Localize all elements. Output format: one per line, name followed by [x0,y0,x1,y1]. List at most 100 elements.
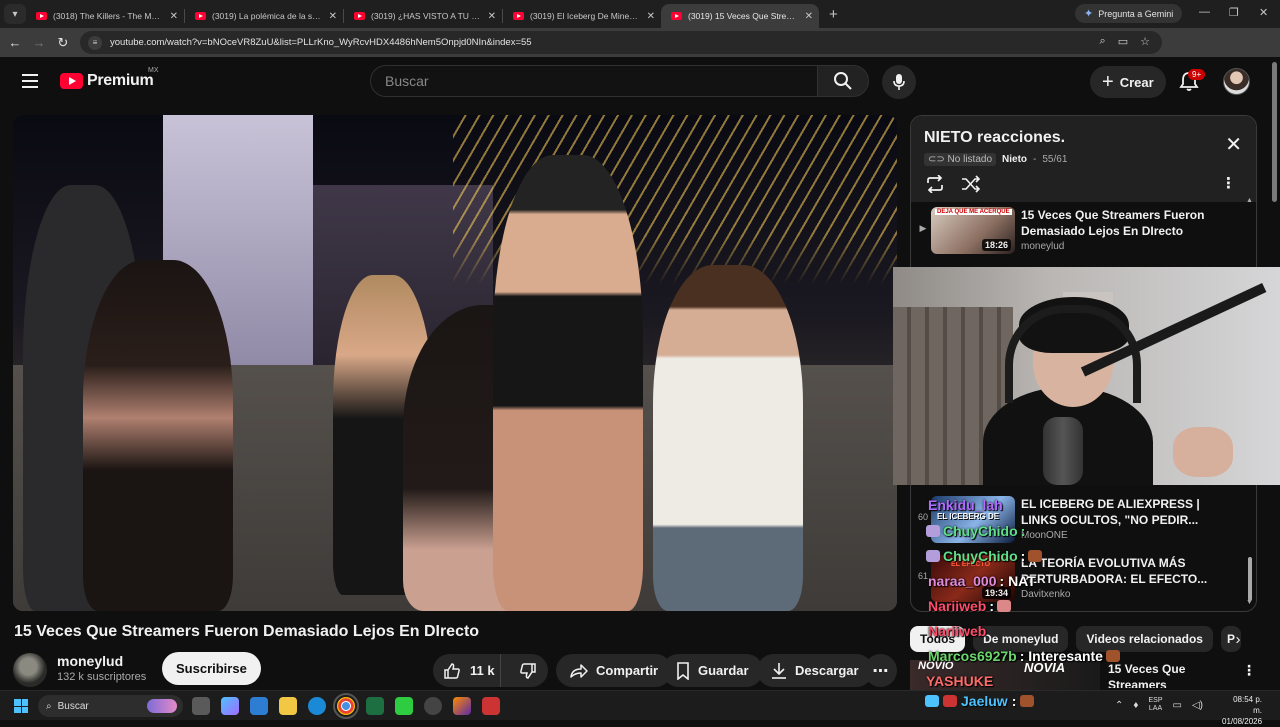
copilot-icon[interactable] [221,697,239,715]
playlist-title[interactable]: NIETO reacciones. [924,129,1065,147]
related-menu-icon[interactable]: ⋮ [1242,662,1256,679]
chat-username: Marcos6927b [928,648,1017,664]
windows-taskbar: ⌕ Buscar ⌃ ♦ ESP LAA ▭ ◁) 08:54 p. m. 01… [0,690,1280,726]
valorant-icon[interactable] [482,697,500,715]
firefox-icon[interactable] [453,697,471,715]
taskbar-clock[interactable]: 08:54 p. m. 01/08/2026 [1222,694,1262,727]
share-button[interactable]: Compartir [556,654,673,687]
address-bar[interactable]: ≡ youtube.com/watch?v=bNOceVR8ZuU&list=P… [80,31,1162,54]
voice-search-button[interactable] [882,65,916,99]
channel-avatar[interactable] [13,653,47,687]
tab-close-icon[interactable]: ✕ [805,11,813,22]
subscribe-button[interactable]: Suscribirse [162,652,261,685]
lang-bottom: LAA [1148,705,1163,712]
video-player[interactable] [13,115,897,611]
cast-icon[interactable]: ▭ [1118,35,1128,48]
menu-icon[interactable] [22,74,38,92]
like-count: 11 k [470,663,495,678]
file-explorer-icon[interactable] [279,697,297,715]
tab-title: (3019) ¿HAS VISTO A TU MASC [371,11,482,21]
related-video-title[interactable]: 15 Veces Que Streamers Descubrieron A Su… [1108,661,1238,688]
shuffle-icon[interactable] [961,175,981,193]
page-scrollbar-thumb[interactable] [1272,62,1277,202]
taskbar-search[interactable]: ⌕ Buscar [38,695,183,717]
search-button[interactable] [817,65,869,97]
chat-message: Jaeluw : [925,693,1035,709]
task-view-icon[interactable] [192,697,210,715]
create-button[interactable]: + Crear [1090,66,1166,98]
playlist-meta: ⊂⊃ No listado Nieto - 55/61 [924,153,1067,166]
chrome-icon[interactable] [333,693,359,719]
search-input[interactable]: Buscar [370,65,818,97]
browser-tab[interactable]: (3019) El Iceberg De Minecraft I ✕ [503,4,661,28]
like-button[interactable]: 11 k [433,654,501,687]
window-close-icon[interactable]: ✕ [1259,6,1268,19]
tab-search-button[interactable]: ▾ [4,4,26,24]
playlist-item-current[interactable]: ▶ DEJA QUE ME ACERQUE 18:26 15 Veces Que… [911,203,1256,257]
plus-icon: + [1102,71,1114,93]
dislike-button[interactable] [509,654,548,687]
browser-tab-active[interactable]: (3019) 15 Veces Que Streamers ✕ [661,4,819,28]
account-avatar[interactable] [1223,68,1250,95]
game-app-icon[interactable] [395,697,413,715]
tab-title: (3018) The Killers - The Man - Y [53,11,164,21]
volume-icon[interactable]: ◁) [1192,700,1203,711]
chat-emote-icon [997,600,1012,612]
chevron-right-icon[interactable]: › [1226,627,1250,651]
new-tab-icon[interactable]: + [829,6,838,23]
windows-start-icon[interactable] [14,699,28,713]
zoom-icon[interactable]: ⌕ [1100,35,1106,48]
save-button[interactable]: Guardar [662,654,763,687]
url-text: youtube.com/watch?v=bNOceVR8ZuU&list=PLL… [110,37,532,48]
bookmark-icon [677,661,689,680]
scroll-down-icon[interactable]: ▼ [1246,599,1253,606]
steam-icon[interactable] [424,697,442,715]
channel-name[interactable]: moneylud [57,653,123,669]
streamer-webcam-overlay [893,267,1280,485]
chat-emote-icon [1020,695,1035,707]
youtube-premium-logo[interactable]: Premium MX [60,67,159,90]
network-icon[interactable]: ▭ [1173,700,1182,711]
chat-emote-icon [1028,550,1043,562]
country-code: MX [148,67,159,74]
taskbar-search-label: Buscar [57,700,89,712]
bookmark-star-icon[interactable]: ☆ [1140,35,1150,48]
scrollbar-thumb[interactable] [1248,557,1252,601]
tab-close-icon[interactable]: ✕ [647,11,655,22]
browser-tab[interactable]: (3018) The Killers - The Man - Y ✕ [26,4,184,28]
video-duration: 18:26 [981,239,1011,251]
scroll-up-icon[interactable]: ▲ [1246,197,1253,204]
browser-tab[interactable]: (3019) ¿HAS VISTO A TU MASC ✕ [344,4,502,28]
loop-icon[interactable] [925,175,945,193]
tab-close-icon[interactable]: ✕ [488,11,496,22]
back-icon[interactable]: ← [3,35,27,50]
minimize-icon[interactable]: — [1199,6,1210,18]
chat-username: Enkidu_lah [928,497,1003,513]
language-indicator[interactable]: ESP LAA [1149,697,1163,713]
chat-text: : [989,598,995,614]
gemini-button[interactable]: ✦ Pregunta a Gemini [1075,4,1183,23]
restore-icon[interactable]: ❐ [1229,6,1239,19]
close-icon[interactable]: ✕ [1225,132,1242,157]
browser-tab[interactable]: (3019) La polémica de la serie M ✕ [185,4,343,28]
chat-text: : [1011,693,1017,709]
edge-icon[interactable] [308,697,326,715]
reload-icon[interactable]: ↻ [51,35,75,51]
chat-message: Enkidu_lah [928,497,1003,513]
store-icon[interactable] [250,697,268,715]
playlist-owner[interactable]: Nieto [1002,154,1027,165]
chat-message: YASHUKE [926,673,993,689]
more-actions-button[interactable]: ⋯ [864,654,897,687]
tab-close-icon[interactable]: ✕ [329,11,337,22]
tray-mic-icon[interactable]: ♦ [1133,700,1138,711]
tray-chevron-icon[interactable]: ⌃ [1115,700,1123,711]
tab-close-icon[interactable]: ✕ [170,11,178,22]
chat-message: Nariiweb [928,623,986,639]
playlist-menu-icon[interactable]: ⋮ [1221,174,1236,192]
forward-icon[interactable]: → [27,35,51,50]
excel-icon[interactable] [366,697,384,715]
download-button[interactable]: Descargar [757,654,873,687]
site-info-icon[interactable]: ≡ [88,35,102,50]
notification-badge: 9+ [1188,69,1206,80]
youtube-favicon-icon [671,12,682,20]
